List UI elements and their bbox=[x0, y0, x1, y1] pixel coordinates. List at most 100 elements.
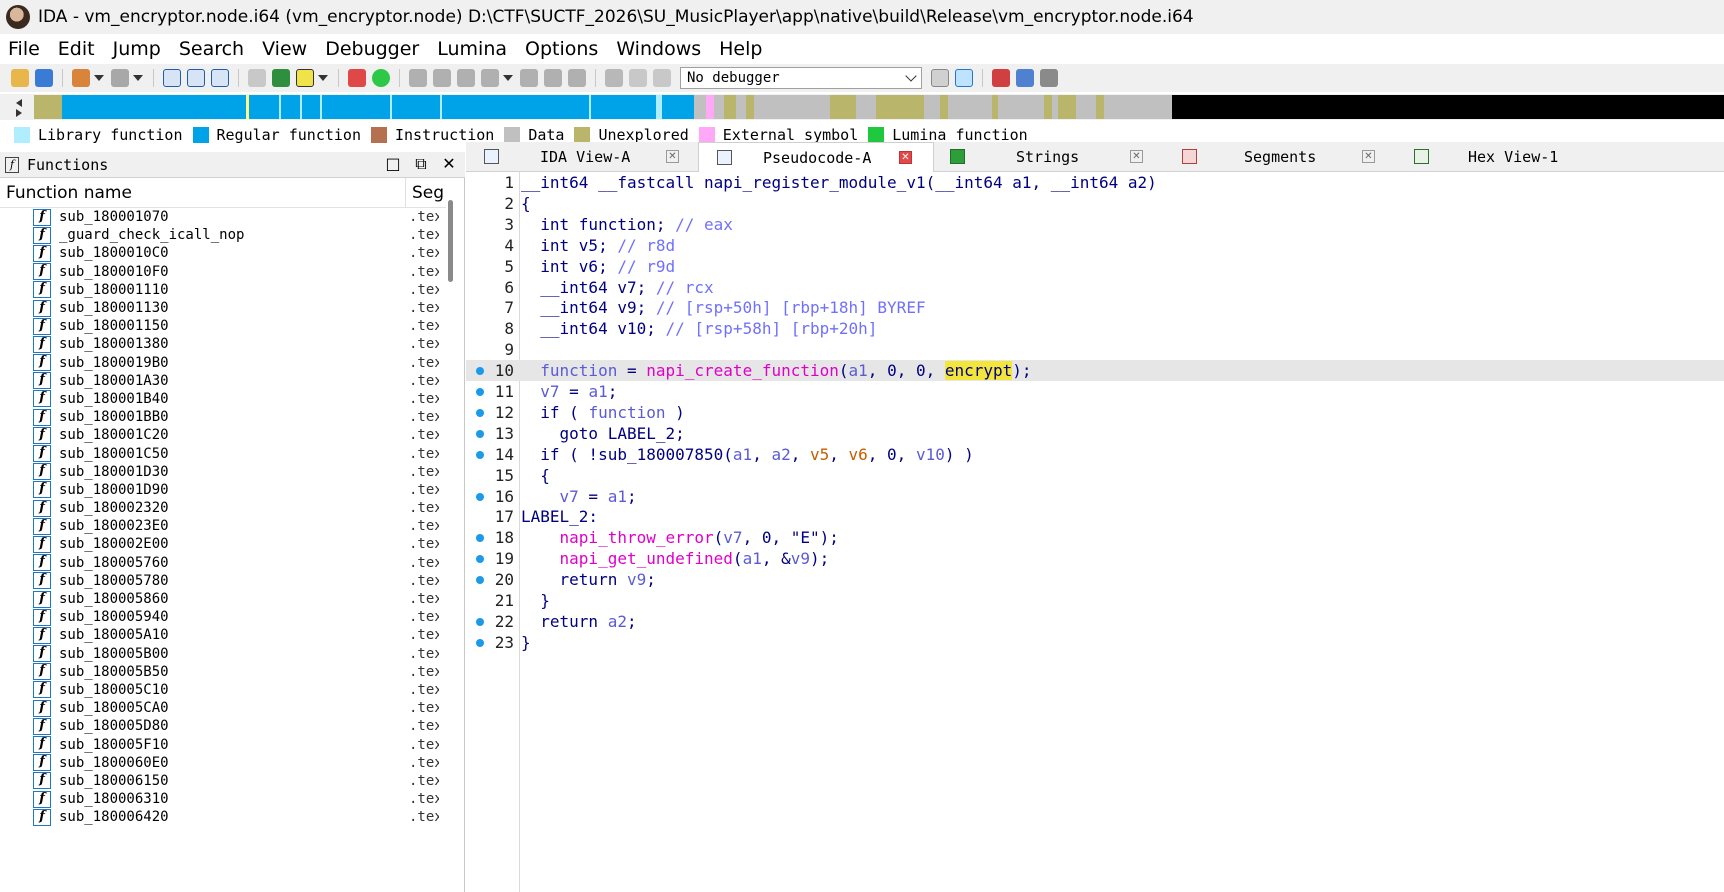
menu-search[interactable]: Search bbox=[170, 38, 253, 60]
function-row[interactable]: f sub_180005B00 .tex bbox=[0, 645, 444, 663]
nav-right-icon[interactable] bbox=[16, 109, 22, 117]
code-line[interactable]: 9 bbox=[466, 339, 1724, 360]
tab-segments[interactable]: Segments ✕ bbox=[1166, 142, 1398, 172]
function-row[interactable]: f sub_180005760 .tex bbox=[0, 554, 444, 572]
attach-icon[interactable] bbox=[520, 69, 538, 87]
code-line[interactable]: 14 if ( !sub_180007850(a1, a2, v5, v6, 0… bbox=[466, 444, 1724, 465]
code-line[interactable]: 8 __int64 v10; // [rsp+58h] [rbp+20h] bbox=[466, 318, 1724, 339]
close-icon[interactable]: ✕ bbox=[441, 156, 457, 172]
menu-file[interactable]: File bbox=[0, 38, 49, 60]
function-row[interactable]: f sub_180001A30 .tex bbox=[0, 372, 444, 390]
nav-band-arrows[interactable] bbox=[14, 96, 28, 118]
function-row[interactable]: f sub_180001BB0 .tex bbox=[0, 408, 444, 426]
function-row[interactable]: f sub_180001D30 .tex bbox=[0, 463, 444, 481]
debugger-select[interactable]: No debugger bbox=[680, 67, 922, 89]
function-row[interactable]: f sub_180001C20 .tex bbox=[0, 426, 444, 444]
close-icon[interactable]: ✕ bbox=[899, 151, 912, 164]
breakpoint-dot-icon[interactable] bbox=[476, 429, 484, 438]
code-line[interactable]: 18 napi_throw_error(v7, 0, "E"); bbox=[466, 527, 1724, 548]
trace-icon[interactable] bbox=[568, 69, 586, 87]
tab-pseudocode-a[interactable]: Pseudocode-A ✕ bbox=[698, 142, 934, 173]
function-row[interactable]: f sub_180005780 .tex bbox=[0, 572, 444, 590]
play-icon[interactable] bbox=[605, 69, 623, 87]
function-row[interactable]: f sub_180005940 .tex bbox=[0, 608, 444, 626]
function-row[interactable]: f sub_180005CA0 .tex bbox=[0, 699, 444, 717]
cpp-active-icon[interactable] bbox=[955, 69, 973, 87]
function-row[interactable]: f sub_180005C10 .tex bbox=[0, 681, 444, 699]
forward-icon[interactable] bbox=[111, 69, 129, 87]
forward-dropdown-icon[interactable] bbox=[133, 75, 143, 81]
function-row[interactable]: f sub_180002320 .tex bbox=[0, 499, 444, 517]
function-row[interactable]: f sub_180006310 .tex bbox=[0, 790, 444, 808]
function-row[interactable]: f sub_1800019B0 .tex bbox=[0, 354, 444, 372]
breakpoint-dot-icon[interactable] bbox=[476, 367, 484, 376]
breakpoint-dot-icon[interactable] bbox=[476, 450, 484, 459]
create-function-icon[interactable] bbox=[163, 69, 181, 87]
tab-ida-view-a[interactable]: IDA View-A ✕ bbox=[466, 142, 698, 172]
navigation-band[interactable] bbox=[34, 95, 1724, 119]
breakpoint-dot-icon[interactable] bbox=[476, 638, 484, 647]
breakpoint-dot-icon[interactable] bbox=[476, 576, 484, 585]
function-row[interactable]: f sub_180001150 .tex bbox=[0, 317, 444, 335]
format-dropdown-icon[interactable] bbox=[318, 75, 328, 81]
menu-debugger[interactable]: Debugger bbox=[316, 38, 428, 60]
run-icon[interactable] bbox=[372, 69, 390, 87]
code-line[interactable]: 23} bbox=[466, 632, 1724, 653]
delete-function-icon[interactable] bbox=[211, 69, 229, 87]
menu-windows[interactable]: Windows bbox=[607, 38, 710, 60]
breakpoint-dot-icon[interactable] bbox=[476, 534, 484, 543]
code-line[interactable]: 1 __int64 __fastcall napi_register_module… bbox=[466, 172, 1724, 193]
menu-options[interactable]: Options bbox=[516, 38, 607, 60]
code-line[interactable]: 12 if ( function ) bbox=[466, 402, 1724, 423]
list-icon[interactable] bbox=[992, 69, 1010, 87]
code-line[interactable]: 21 } bbox=[466, 590, 1724, 611]
edit-function-icon[interactable] bbox=[187, 69, 205, 87]
tab-strings[interactable]: Strings ✕ bbox=[934, 142, 1166, 172]
text-search-icon[interactable] bbox=[248, 69, 266, 87]
function-row[interactable]: f sub_180001B40 .tex bbox=[0, 390, 444, 408]
pseudocode-view[interactable]: 1 __int64 __fastcall napi_register_module… bbox=[466, 172, 1724, 892]
function-row[interactable]: f sub_180005F10 .tex bbox=[0, 735, 444, 754]
step-over-icon[interactable] bbox=[433, 69, 451, 87]
save-icon[interactable] bbox=[35, 69, 53, 87]
function-row[interactable]: f sub_180006420 .tex bbox=[0, 808, 444, 826]
code-token[interactable]: encrypt bbox=[944, 361, 1013, 381]
function-row[interactable]: f sub_1800023E0 .tex bbox=[0, 517, 444, 535]
detach-icon[interactable] bbox=[544, 69, 562, 87]
code-line[interactable]: 7 __int64 v9; // [rsp+50h] [rbp+18h] BYR… bbox=[466, 297, 1724, 318]
close-icon[interactable]: ✕ bbox=[1130, 150, 1143, 163]
code-line[interactable]: 15 { bbox=[466, 465, 1724, 486]
breakpoint-dot-icon[interactable] bbox=[476, 408, 484, 417]
nav-left-icon[interactable] bbox=[16, 99, 22, 107]
list-indent-icon[interactable] bbox=[1040, 69, 1058, 87]
code-line[interactable]: 22 return a2; bbox=[466, 611, 1724, 632]
run-to-cursor-icon[interactable] bbox=[457, 69, 475, 87]
function-row[interactable]: f sub_180005B50 .tex bbox=[0, 663, 444, 681]
menu-edit[interactable]: Edit bbox=[49, 38, 104, 60]
step-out-icon[interactable] bbox=[481, 69, 499, 87]
code-line[interactable]: 11 v7 = a1; bbox=[466, 381, 1724, 402]
close-icon[interactable]: ✕ bbox=[666, 150, 679, 163]
pause-icon[interactable] bbox=[629, 69, 647, 87]
function-row[interactable]: f sub_180001110 .tex bbox=[0, 281, 444, 299]
functions-scrollbar[interactable] bbox=[446, 196, 456, 892]
function-row[interactable]: f sub_180006150 .tex bbox=[0, 772, 444, 790]
open-file-icon[interactable] bbox=[11, 69, 29, 87]
function-row[interactable]: f sub_180001070 .tex bbox=[0, 208, 444, 226]
breakpoint-dot-icon[interactable] bbox=[476, 555, 484, 564]
code-token[interactable]: napi_throw_error bbox=[560, 528, 714, 547]
function-row[interactable]: f sub_1800010F0 .tex bbox=[0, 263, 444, 281]
code-line[interactable]: 6 __int64 v7; // rcx bbox=[466, 277, 1724, 298]
close-icon[interactable]: ✕ bbox=[1362, 150, 1375, 163]
breakpoint-dot-icon[interactable] bbox=[476, 492, 484, 501]
code-line[interactable]: 20 return v9; bbox=[466, 569, 1724, 590]
function-row[interactable]: f _guard_check_icall_nop .tex bbox=[0, 226, 444, 244]
column-function-name[interactable]: Function name bbox=[0, 177, 406, 208]
code-token[interactable]: napi_create_function bbox=[646, 361, 839, 380]
function-row[interactable]: f sub_180001C50 .tex bbox=[0, 444, 444, 463]
code-token[interactable]: napi_get_undefined bbox=[560, 549, 733, 568]
menu-view[interactable]: View bbox=[253, 38, 316, 60]
stop-icon[interactable] bbox=[653, 69, 671, 87]
code-line[interactable]: 13 goto LABEL_2; bbox=[466, 423, 1724, 444]
function-row[interactable]: f sub_180002E00 .tex bbox=[0, 535, 444, 553]
